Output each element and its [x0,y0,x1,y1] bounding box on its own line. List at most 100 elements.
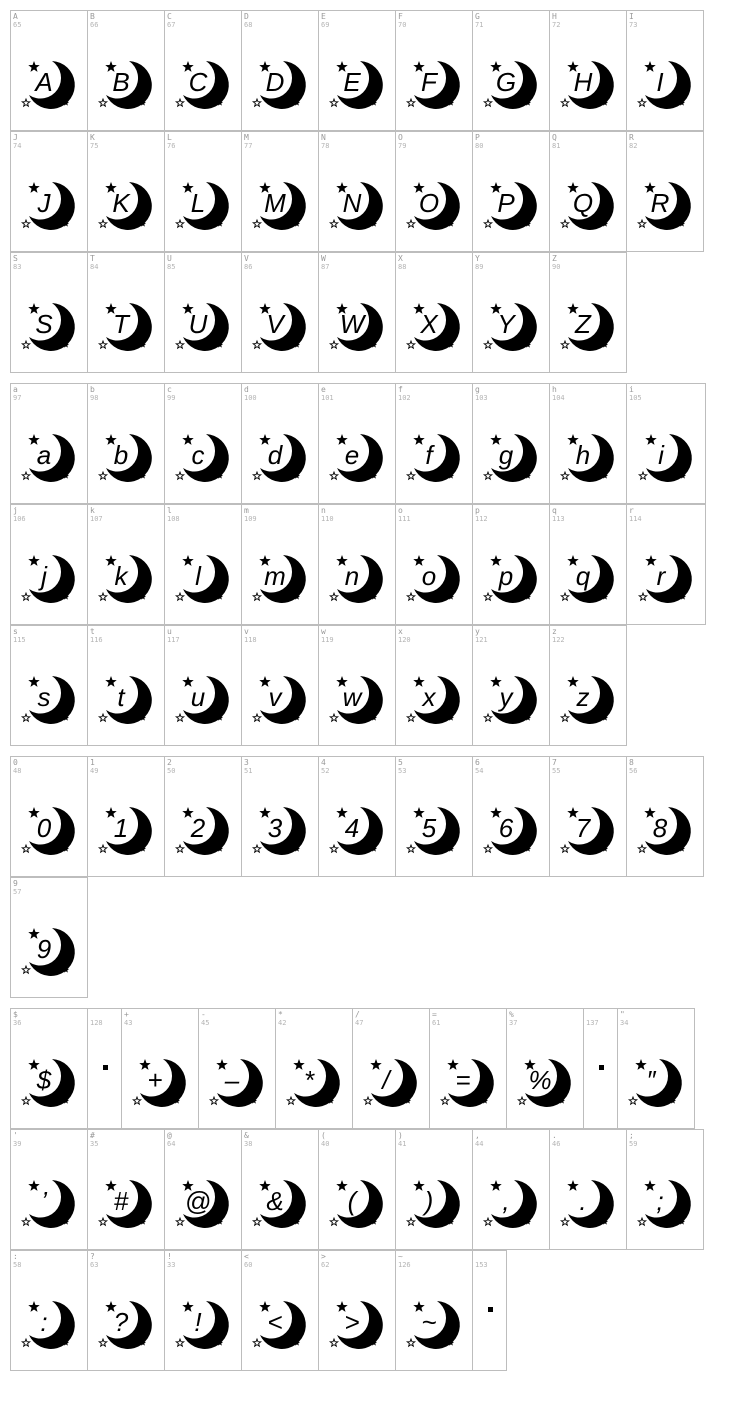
glyph-label: b [90,385,95,394]
glyph-cell: K 75 K [87,131,165,252]
crescent-moon-glyph: c [174,434,229,482]
glyph-cell: 153 [472,1250,507,1371]
glyph-label: g [475,385,480,394]
glyph-cell: u 117 u [164,625,242,746]
star-outline-icon [439,1095,451,1106]
glyph-label: q [552,506,557,515]
star-outline-icon [20,1337,32,1348]
glyph-code: 126 [398,1261,411,1269]
glyph-character: h [576,440,590,470]
glyph-code: 106 [13,515,26,523]
glyph-code: 115 [13,636,26,644]
glyph-character: T [113,309,131,339]
glyph-code: 67 [167,21,176,29]
glyph-cell: 6 54 6 [472,756,550,877]
star-outline-icon [482,339,494,350]
crescent-moon-glyph: o [405,555,460,603]
glyph-character: K [112,188,131,218]
star-outline-icon [482,97,494,108]
glyph-code: 153 [475,1261,488,1269]
glyph-character: E [343,67,361,97]
glyph-label: T [90,254,95,263]
glyph-label: S [13,254,18,263]
glyph-cell: -45 – [198,1008,276,1129]
glyph-cell: p 112 p [472,504,550,625]
crescent-moon-glyph: G [482,61,537,109]
star-outline-icon [97,1337,109,1348]
star-outline-icon [97,591,109,602]
star-outline-icon [405,339,417,350]
glyph-cell: l 108 l [164,504,242,625]
glyph-character: > [344,1307,359,1337]
glyph-code: 128 [90,1019,103,1027]
glyph-cell: >62 > [318,1250,396,1371]
crescent-moon-glyph: d [251,434,306,482]
glyph-character: d [268,440,284,470]
missing-glyph-dot [488,1307,493,1312]
star-outline-icon [208,1095,220,1106]
glyph-character: t [117,682,126,712]
glyph-character: U [189,309,208,339]
crescent-moon-glyph: ″ [627,1059,682,1107]
glyph-code: 34 [620,1019,629,1027]
star-outline-icon [97,470,109,481]
crescent-moon-glyph: L [174,182,229,230]
crescent-moon-glyph: Z [559,303,614,351]
glyph-label: o [398,506,403,515]
glyph-label: L [167,133,172,142]
glyph-character: y [498,682,515,712]
glyph-cell: * 42 * [275,1008,353,1129]
glyph-code: 121 [475,636,488,644]
star-outline-icon [97,339,109,350]
glyph-label: s [13,627,18,636]
glyph-character: V [266,309,286,339]
star-outline-icon [174,218,186,229]
glyph-code: 46 [552,1140,561,1148]
glyph-code: 137 [586,1019,599,1027]
crescent-moon-glyph: J [20,182,75,230]
star-outline-icon [20,591,32,602]
glyph-cell: #35 # [87,1129,165,1250]
glyph-code: 44 [475,1140,484,1148]
crescent-moon-glyph: h [559,434,614,482]
glyph-code: 49 [90,767,99,775]
crescent-moon-glyph: ) [405,1180,460,1228]
glyph-code: 38 [244,1140,253,1148]
glyph-code: 122 [552,636,565,644]
glyph-character: B [112,67,129,97]
glyph-character: u [191,682,205,712]
star-outline-icon [174,843,186,854]
glyph-character: Z [574,309,592,339]
glyph-character: : [40,1307,47,1337]
star-outline-icon [174,1337,186,1348]
glyph-code: 97 [13,394,22,402]
glyph-cell: T 84 T [87,252,165,373]
glyph-code: 80 [475,142,484,150]
star-outline-icon [627,1095,639,1106]
glyph-character: z [576,682,590,712]
glyph-label: < [244,1252,249,1261]
star-outline-icon [20,1095,32,1106]
glyph-label: ; [629,1131,634,1140]
glyph-character: ( [348,1186,359,1216]
glyph-label: " [620,1010,625,1019]
glyph-cell: D 68 D [241,10,319,131]
star-outline-icon [97,843,109,854]
glyph-label: 3 [244,758,249,767]
glyph-code: 56 [629,767,638,775]
glyph-character: k [115,561,130,591]
glyph-cell: W 87 W [318,252,396,373]
glyph-label: X [398,254,403,263]
glyph-code: 71 [475,21,484,29]
crescent-moon-glyph: O [405,182,460,230]
crescent-moon-glyph: , [482,1180,537,1228]
glyph-cell: <60 < [241,1250,319,1371]
star-outline-icon [636,843,648,854]
star-outline-icon [97,218,109,229]
glyph-character: v [269,682,284,712]
glyph-character: 6 [499,813,514,843]
star-outline-icon [97,97,109,108]
crescent-moon-glyph: b [97,434,152,482]
glyph-cell: ' 39 ’ [10,1129,88,1250]
glyph-cell: P 80 P [472,131,550,252]
